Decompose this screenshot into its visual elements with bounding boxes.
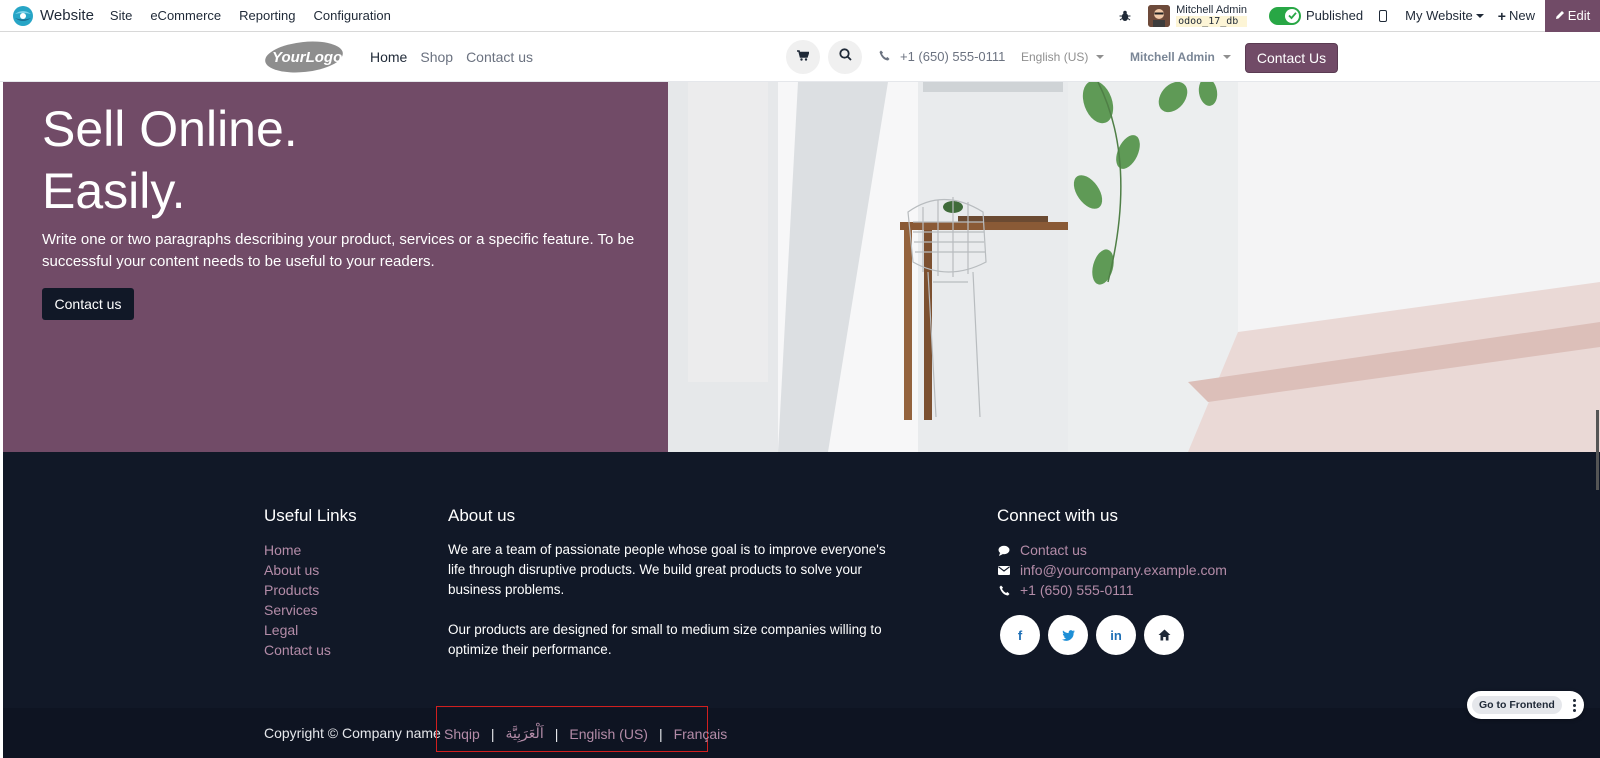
edit-button[interactable]: Edit: [1545, 0, 1600, 32]
useful-links-list: Home About us Products Services Legal Co…: [264, 540, 331, 660]
website-app-icon[interactable]: [12, 5, 34, 27]
plus-icon: +: [1497, 7, 1506, 24]
scrollbar[interactable]: [1596, 410, 1599, 490]
separator: |: [658, 725, 663, 742]
menu-ecommerce[interactable]: eCommerce: [150, 8, 221, 23]
go-to-frontend-widget: Go to Frontend: [1467, 691, 1584, 719]
footer-link-legal[interactable]: Legal: [264, 620, 331, 640]
about-us-paragraph-1: We are a team of passionate people whose…: [448, 542, 886, 597]
logo-text: YourLogo: [272, 49, 342, 66]
menu-configuration[interactable]: Configuration: [314, 8, 391, 23]
admin-navbar: Website Site eCommerce Reporting Configu…: [0, 0, 1600, 32]
footer-language-selector: Shqip | اَلْعَرَبِيَّة | English (US) | …: [444, 725, 727, 742]
edit-label: Edit: [1567, 8, 1591, 23]
search-button[interactable]: [828, 40, 862, 74]
copyright-bar: Copyright © Company name Shqip | اَلْعَر…: [3, 706, 1600, 758]
database-name: odoo_17_db: [1176, 15, 1248, 27]
pencil-icon: [1555, 8, 1565, 23]
connect-list: Contact us info@yourcompany.example.com …: [997, 540, 1227, 600]
about-us-title: About us: [448, 506, 516, 525]
hero-title: Sell Online. Easily.: [42, 98, 298, 222]
hero-description: Write one or two paragraphs describing y…: [42, 231, 635, 270]
footer-link-home[interactable]: Home: [264, 540, 331, 560]
published-toggle[interactable]: [1269, 6, 1302, 25]
main-nav: Home Shop Contact us: [370, 49, 546, 65]
published-label[interactable]: Published: [1306, 8, 1363, 23]
my-website-dropdown[interactable]: My Website: [1405, 8, 1484, 23]
user-menu[interactable]: Mitchell Admin odoo_17_db: [1176, 3, 1248, 27]
about-us-paragraph-2: Our products are designed for small to m…: [448, 622, 882, 657]
connect-email[interactable]: info@yourcompany.example.com: [997, 560, 1227, 580]
cart-button[interactable]: [786, 40, 820, 74]
hero-section: Sell Online. Easily. Write one or two pa…: [3, 82, 1600, 452]
caret-down-icon: [1475, 13, 1484, 18]
site-logo[interactable]: YourLogo: [264, 40, 344, 74]
hero-image: [668, 82, 1600, 452]
hero-title-line-2: Easily.: [42, 163, 186, 219]
caret-down-icon: [1222, 55, 1231, 59]
footer: Useful Links Home About us Products Serv…: [3, 452, 1600, 708]
about-us-text: We are a team of passionate people whose…: [448, 540, 888, 660]
header-phone[interactable]: +1 (650) 555-0111: [879, 49, 1005, 64]
website-header: YourLogo Home Shop Contact us +1 (650) 5…: [0, 33, 1600, 82]
footer-link-about-us[interactable]: About us: [264, 560, 331, 580]
my-website-label: My Website: [1405, 8, 1473, 23]
envelope-icon: [997, 565, 1011, 575]
header-contact-us-button[interactable]: Contact Us: [1245, 43, 1338, 73]
header-phone-number: +1 (650) 555-0111: [900, 49, 1006, 64]
language-english-us[interactable]: English (US): [569, 726, 648, 742]
user-name: Mitchell Admin: [1176, 3, 1248, 16]
footer-link-services[interactable]: Services: [264, 600, 331, 620]
hero-text-panel: Sell Online. Easily. Write one or two pa…: [3, 82, 668, 452]
new-label: New: [1508, 8, 1535, 23]
separator: |: [554, 725, 559, 742]
connect-contact-label: Contact us: [1020, 542, 1087, 558]
phone-icon: [997, 585, 1011, 596]
nav-contact-us[interactable]: Contact us: [466, 49, 533, 65]
language-selector[interactable]: English (US): [1021, 50, 1105, 64]
linkedin-icon[interactable]: in: [1096, 615, 1136, 655]
language-shqip[interactable]: Shqip: [444, 726, 480, 742]
useful-links-title: Useful Links: [264, 506, 357, 525]
check-icon: [1285, 8, 1300, 23]
phone-icon: [879, 49, 890, 64]
footer-link-contact-us[interactable]: Contact us: [264, 640, 331, 660]
home-icon[interactable]: [1144, 615, 1184, 655]
facebook-icon[interactable]: f: [1000, 615, 1040, 655]
menu-site[interactable]: Site: [110, 8, 132, 23]
user-avatar[interactable]: [1148, 4, 1171, 27]
debug-bug-icon[interactable]: [1118, 9, 1132, 23]
separator: |: [490, 725, 495, 742]
comment-icon: [997, 545, 1011, 556]
language-francais[interactable]: Français: [674, 726, 728, 742]
hero-title-line-1: Sell Online.: [42, 101, 298, 157]
nav-shop[interactable]: Shop: [420, 49, 453, 65]
nav-home[interactable]: Home: [370, 49, 407, 65]
footer-link-products[interactable]: Products: [264, 580, 331, 600]
twitter-icon[interactable]: [1048, 615, 1088, 655]
app-name[interactable]: Website: [40, 7, 94, 24]
menu-reporting[interactable]: Reporting: [239, 8, 295, 23]
user-dropdown[interactable]: Mitchell Admin: [1130, 50, 1231, 64]
connect-phone-number: +1 (650) 555-0111: [1020, 582, 1134, 598]
language-label: English (US): [1021, 50, 1089, 64]
go-to-frontend-button[interactable]: Go to Frontend: [1472, 696, 1562, 714]
social-links: f in: [1000, 615, 1192, 655]
hero-contact-us-button[interactable]: Contact us: [42, 288, 134, 320]
connect-title: Connect with us: [997, 506, 1118, 525]
caret-down-icon: [1096, 55, 1105, 59]
mobile-preview-icon[interactable]: [1379, 9, 1388, 22]
connect-phone[interactable]: +1 (650) 555-0111: [997, 580, 1227, 600]
header-user-name: Mitchell Admin: [1130, 50, 1215, 64]
language-arabic[interactable]: اَلْعَرَبِيَّة: [505, 725, 543, 742]
copyright-text: Copyright © Company name: [264, 725, 441, 741]
new-button[interactable]: + New: [1498, 8, 1535, 24]
connect-email-address: info@yourcompany.example.com: [1020, 562, 1227, 578]
kebab-menu-icon[interactable]: [1573, 698, 1576, 713]
cart-icon: [797, 48, 810, 66]
search-icon: [838, 48, 852, 66]
connect-contact-us[interactable]: Contact us: [997, 540, 1227, 560]
